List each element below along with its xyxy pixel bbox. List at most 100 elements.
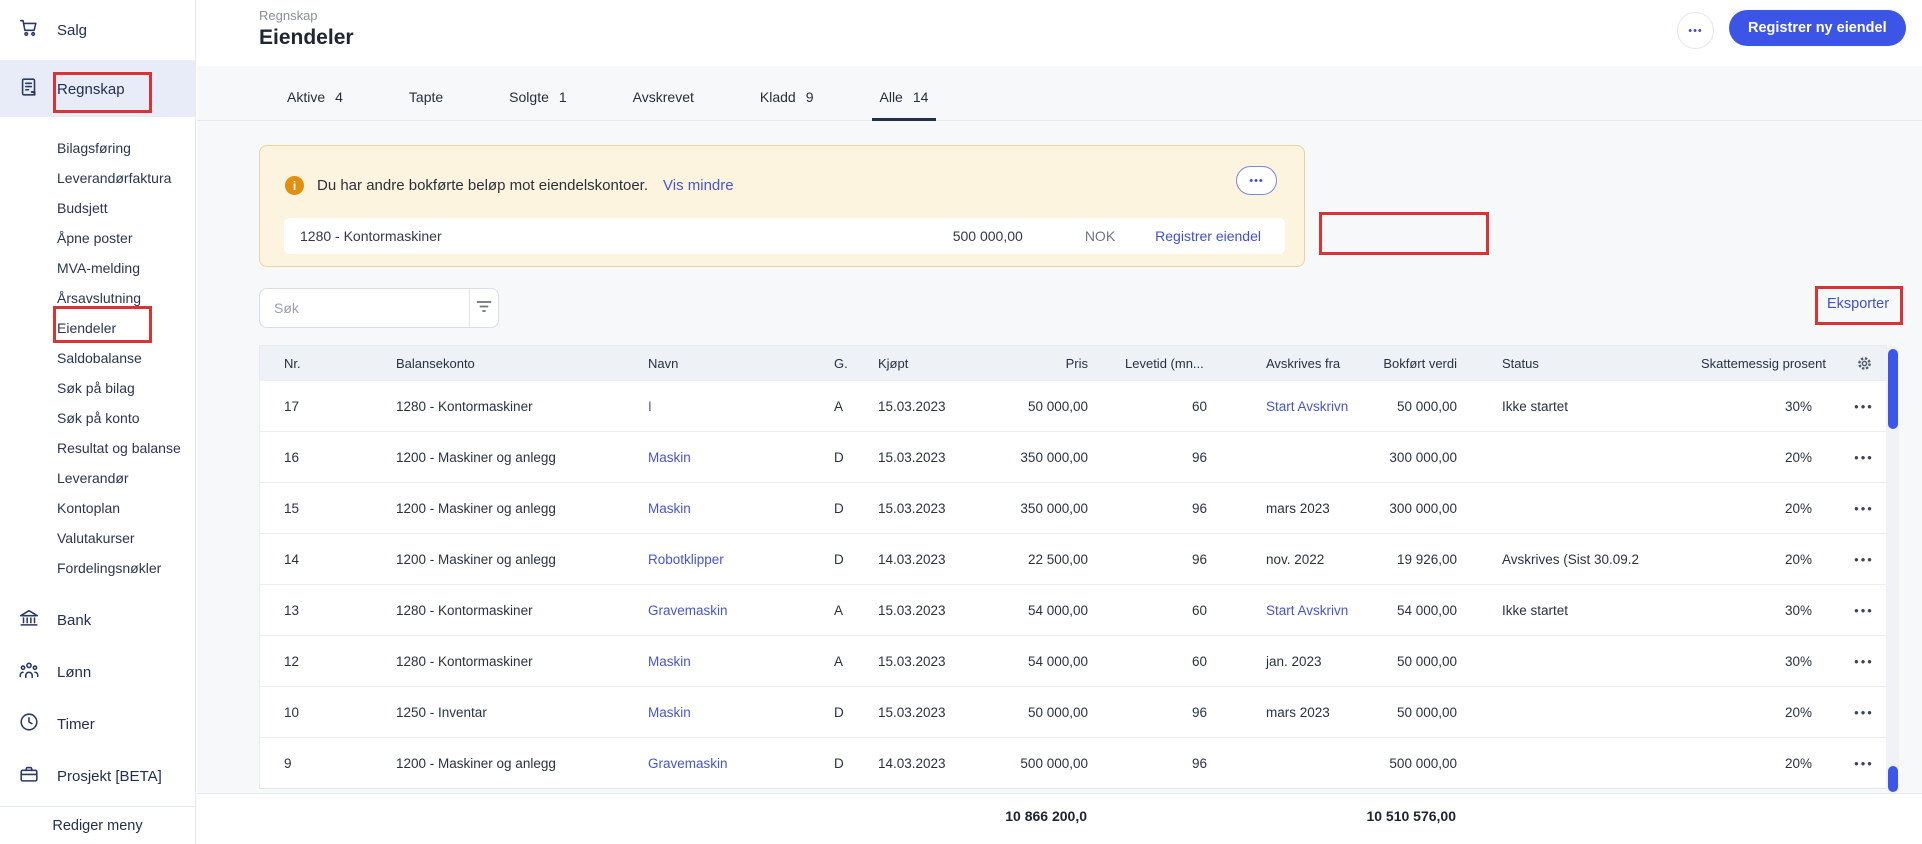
table-row[interactable]: 91200 - Maskiner og anleggGravemaskinD14… bbox=[260, 737, 1886, 788]
asset-name-link[interactable]: Maskin bbox=[648, 450, 691, 465]
tab-solgte[interactable]: Solgte1 bbox=[509, 89, 567, 120]
row-menu-button[interactable]: ••• bbox=[1854, 654, 1874, 669]
cell-nr: 13 bbox=[260, 603, 370, 618]
cell-avskrives-fra: mars 2023 bbox=[1245, 705, 1365, 720]
table-row[interactable]: 171280 - KontormaskinerIA15.03.202350 00… bbox=[260, 380, 1886, 431]
sidebar-item-label: Lønn bbox=[57, 664, 91, 681]
column-header-skattemessig-prosent[interactable]: Skattemessig prosent bbox=[1655, 356, 1840, 371]
search-input[interactable] bbox=[260, 289, 469, 327]
cell-balansekonto: 1200 - Maskiner og anlegg bbox=[370, 552, 620, 567]
export-link[interactable]: Eksporter bbox=[1827, 296, 1889, 312]
column-header-nr[interactable]: Nr. bbox=[260, 356, 370, 371]
cell-g: D bbox=[800, 501, 870, 516]
sidebar-item-salg[interactable]: Salg bbox=[0, 0, 195, 61]
asset-name-link[interactable]: I bbox=[648, 399, 652, 414]
sidebar-item-timer[interactable]: Timer bbox=[0, 698, 195, 750]
cell-levetid: 96 bbox=[1105, 450, 1245, 465]
row-menu-button[interactable]: ••• bbox=[1854, 705, 1874, 720]
cell-nr: 14 bbox=[260, 552, 370, 567]
table-row[interactable]: 101250 - InventarMaskinD15.03.202350 000… bbox=[260, 686, 1886, 737]
scrollbar-bottom-segment[interactable] bbox=[1888, 766, 1898, 792]
start-avskrivning-link[interactable]: Start Avskrivn bbox=[1266, 603, 1348, 618]
sidebar-item-leverand-r[interactable]: Leverandør bbox=[57, 463, 195, 493]
show-less-link[interactable]: Vis mindre bbox=[663, 177, 734, 194]
tab-aktive[interactable]: Aktive4 bbox=[287, 89, 343, 120]
sidebar-item-s-k-p-konto[interactable]: Søk på konto bbox=[57, 403, 195, 433]
column-header-status[interactable]: Status bbox=[1470, 356, 1655, 371]
sidebar-item-valutakurser[interactable]: Valutakurser bbox=[57, 523, 195, 553]
asset-name-link[interactable]: Maskin bbox=[648, 654, 691, 669]
asset-name-link[interactable]: Maskin bbox=[648, 501, 691, 516]
table-row[interactable]: 151200 - Maskiner og anleggMaskinD15.03.… bbox=[260, 482, 1886, 533]
row-menu-button[interactable]: ••• bbox=[1854, 450, 1874, 465]
sidebar-item-bilagsf-ring[interactable]: Bilagsføring bbox=[57, 133, 195, 163]
table-row[interactable]: 131280 - KontormaskinerGravemaskinA15.03… bbox=[260, 584, 1886, 635]
cell-pris: 350 000,00 bbox=[990, 501, 1105, 516]
cell-avskrives-fra: Start Avskrivn bbox=[1245, 399, 1365, 414]
column-header-levetid-mn[interactable]: Levetid (mn... bbox=[1105, 356, 1245, 371]
column-header-kj-pt[interactable]: Kjøpt bbox=[870, 356, 990, 371]
briefcase-icon bbox=[18, 763, 40, 789]
row-menu-button[interactable]: ••• bbox=[1854, 603, 1874, 618]
sidebar-item-eiendeler[interactable]: Eiendeler bbox=[57, 313, 195, 343]
cell-bokfort-verdi: 500 000,00 bbox=[1365, 756, 1470, 771]
column-header-navn[interactable]: Navn bbox=[620, 356, 800, 371]
row-menu-button[interactable]: ••• bbox=[1854, 756, 1874, 771]
asset-name-link[interactable]: Maskin bbox=[648, 705, 691, 720]
sidebar-item-saldobalanse[interactable]: Saldobalanse bbox=[57, 343, 195, 373]
sidebar-item-kontoplan[interactable]: Kontoplan bbox=[57, 493, 195, 523]
row-menu-button[interactable]: ••• bbox=[1854, 552, 1874, 567]
sidebar-item-bank[interactable]: Bank bbox=[0, 594, 195, 646]
edit-menu-button[interactable]: Rediger meny bbox=[0, 806, 195, 844]
column-header-balansekonto[interactable]: Balansekonto bbox=[370, 356, 620, 371]
start-avskrivning-link[interactable]: Start Avskrivn bbox=[1266, 399, 1348, 414]
sidebar-item-s-k-p-bilag[interactable]: Søk på bilag bbox=[57, 373, 195, 403]
filter-button[interactable] bbox=[469, 289, 498, 327]
register-new-asset-button[interactable]: Registrer ny eiendel bbox=[1729, 10, 1906, 46]
banner-more-button[interactable]: ••• bbox=[1236, 166, 1277, 195]
column-header-bokf-rt-verdi[interactable]: Bokført verdi bbox=[1365, 356, 1470, 371]
sidebar-item-resultat-og-balanse[interactable]: Resultat og balanse bbox=[57, 433, 195, 463]
column-header-g[interactable]: G. bbox=[800, 356, 870, 371]
sidebar-item-mva-melding[interactable]: MVA-melding bbox=[57, 253, 195, 283]
asset-name-link[interactable]: Gravemaskin bbox=[648, 603, 728, 618]
tab-kladd[interactable]: Kladd9 bbox=[760, 89, 814, 120]
sidebar-item-fordelingsn-kler[interactable]: Fordelingsnøkler bbox=[57, 553, 195, 583]
column-header-avskrives-fra[interactable]: Avskrives fra bbox=[1245, 356, 1365, 371]
cell-avskrives-fra: mars 2023 bbox=[1245, 501, 1365, 516]
cell-avskrives-fra: jan. 2023 bbox=[1245, 654, 1365, 669]
cell-navn: Maskin bbox=[620, 705, 800, 720]
table-row[interactable]: 161200 - Maskiner og anleggMaskinD15.03.… bbox=[260, 431, 1886, 482]
column-header-pris[interactable]: Pris bbox=[990, 356, 1105, 371]
filter-icon bbox=[475, 297, 493, 320]
table-row[interactable]: 121280 - KontormaskinerMaskinA15.03.2023… bbox=[260, 635, 1886, 686]
tab-avskrevet[interactable]: Avskrevet bbox=[633, 89, 694, 120]
register-asset-link[interactable]: Registrer eiendel bbox=[1145, 228, 1271, 244]
banner-message-row: i Du har andre bokførte beløp mot eiende… bbox=[260, 146, 1304, 195]
row-menu-button[interactable]: ••• bbox=[1854, 501, 1874, 516]
cell-navn: Robotklipper bbox=[620, 552, 800, 567]
tab-tapte[interactable]: Tapte bbox=[409, 89, 443, 120]
sidebar-item-pne-poster[interactable]: Åpne poster bbox=[57, 223, 195, 253]
table-settings-button[interactable] bbox=[1840, 355, 1888, 372]
tab-label: Aktive bbox=[287, 89, 325, 105]
tab-count: 1 bbox=[559, 89, 567, 105]
sidebar-item-regnskap[interactable]: Regnskap bbox=[0, 61, 195, 117]
header-more-button[interactable]: ••• bbox=[1677, 12, 1714, 49]
sidebar-item-rsavslutning[interactable]: Årsavslutning bbox=[57, 283, 195, 313]
cell-nr: 15 bbox=[260, 501, 370, 516]
sidebar-item-lonn[interactable]: Lønn bbox=[0, 646, 195, 698]
table-row[interactable]: 141200 - Maskiner og anleggRobotklipperD… bbox=[260, 533, 1886, 584]
cell-pris: 22 500,00 bbox=[990, 552, 1105, 567]
banner-message: Du har andre bokførte beløp mot eiendels… bbox=[317, 177, 648, 194]
cell-navn: I bbox=[620, 399, 800, 414]
sidebar-item-prosjekt[interactable]: Prosjekt [BETA] bbox=[0, 750, 195, 802]
asset-name-link[interactable]: Robotklipper bbox=[648, 552, 724, 567]
sidebar-item-budsjett[interactable]: Budsjett bbox=[57, 193, 195, 223]
clock-icon bbox=[18, 711, 40, 737]
asset-name-link[interactable]: Gravemaskin bbox=[648, 756, 728, 771]
row-menu-button[interactable]: ••• bbox=[1854, 399, 1874, 414]
tab-alle[interactable]: Alle14 bbox=[880, 89, 929, 120]
vertical-scrollbar-thumb[interactable] bbox=[1888, 349, 1898, 429]
sidebar-item-leverand-rfaktura[interactable]: Leverandørfaktura bbox=[57, 163, 195, 193]
